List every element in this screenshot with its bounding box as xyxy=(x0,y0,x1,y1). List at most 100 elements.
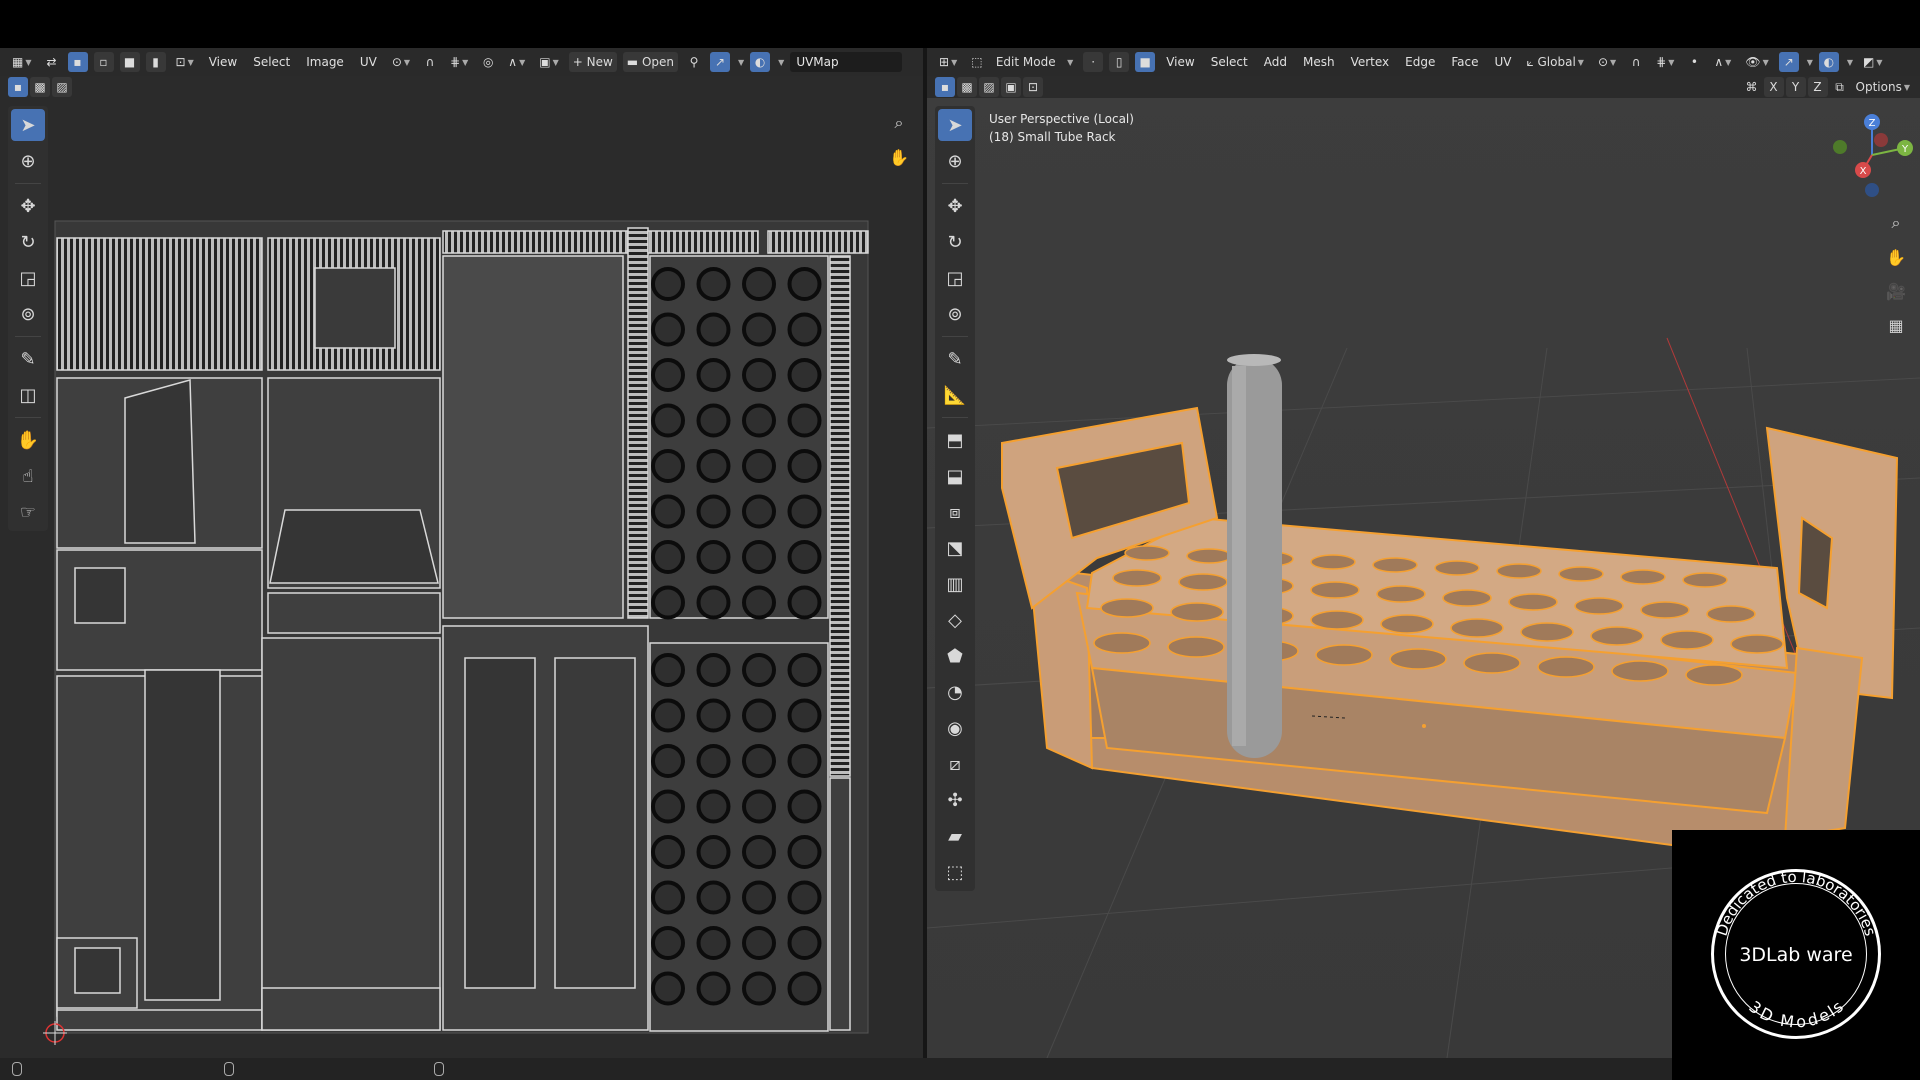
poly-build-icon[interactable]: ⬟ xyxy=(938,640,972,672)
uv-island[interactable] xyxy=(261,987,441,1031)
transform-icon[interactable]: ⊚ xyxy=(938,298,972,330)
pin-icon[interactable]: ⚲ xyxy=(684,52,704,72)
uv-menu-select[interactable]: Select xyxy=(248,55,295,69)
uvmap-selector[interactable]: UVMap xyxy=(790,52,903,72)
open-image-button[interactable]: ▬ Open xyxy=(622,52,678,72)
uv-island[interactable] xyxy=(829,777,851,1031)
vp-menu-uv[interactable]: UV xyxy=(1489,55,1516,69)
uv-island[interactable] xyxy=(442,230,629,254)
smooth-icon[interactable]: ◉ xyxy=(938,712,972,744)
vp-menu-select[interactable]: Select xyxy=(1206,55,1253,69)
uv-layout-canvas[interactable] xyxy=(0,98,923,1058)
proportional-edit-icon[interactable]: ◎ xyxy=(478,52,498,72)
uv-island[interactable] xyxy=(767,230,869,254)
sync-selection-icon[interactable]: ⇄ xyxy=(42,52,62,72)
xray-icon[interactable]: ◩ ▼ xyxy=(1859,52,1887,72)
snap-target-icon[interactable]: ⋕ ▼ xyxy=(446,52,472,72)
new-image-button[interactable]: + New xyxy=(568,52,617,72)
shrink-fatten-icon[interactable]: ✣ xyxy=(938,784,972,816)
overlay-toggle-icon[interactable]: ◐ xyxy=(1818,52,1839,72)
uv-island[interactable] xyxy=(627,227,649,619)
edge-slide-icon[interactable]: ⧄ xyxy=(938,748,972,780)
measure-icon[interactable]: 📐 xyxy=(938,379,972,411)
pan-hand-icon[interactable]: ✋ xyxy=(1883,244,1909,270)
select-intersect-icon[interactable]: ⊡ xyxy=(1023,77,1043,97)
navigation-gizmo[interactable]: Z Y X xyxy=(1827,110,1917,200)
select-subtract-icon[interactable]: ▨ xyxy=(52,77,72,97)
island-select-mode-icon[interactable]: ▮ xyxy=(145,52,166,72)
uv-island[interactable] xyxy=(442,255,624,619)
uv-island[interactable] xyxy=(124,379,196,544)
gizmo-toggle-icon[interactable]: ↗ xyxy=(710,52,730,72)
mirror-icon[interactable]: ⌘ xyxy=(1742,77,1762,97)
vertex-mode-icon[interactable]: ⋅ xyxy=(1083,52,1104,72)
vp-menu-mesh[interactable]: Mesh xyxy=(1298,55,1340,69)
image-browse-icon[interactable]: ▣ ▼ xyxy=(535,52,563,72)
editor-type-icon[interactable]: ⊞ ▼ xyxy=(935,52,961,72)
uv-island[interactable] xyxy=(74,567,126,624)
face-mode-icon[interactable]: ■ xyxy=(1135,52,1156,72)
uv-island[interactable] xyxy=(269,509,439,584)
rip-region-icon[interactable]: ⬚ xyxy=(938,856,972,888)
test-tube[interactable] xyxy=(1227,354,1282,758)
pivot-icon[interactable]: ⊙ ▼ xyxy=(388,52,414,72)
snap-icon[interactable]: ∩ xyxy=(1626,52,1646,72)
perspective-toggle-icon[interactable]: ▦ xyxy=(1883,312,1909,338)
snap-target-icon[interactable]: ⋕ ▼ xyxy=(1652,52,1678,72)
loop-cut-icon[interactable]: ▥ xyxy=(938,568,972,600)
uv-island[interactable] xyxy=(56,1009,263,1031)
gizmo-neg-z-handle[interactable] xyxy=(1865,183,1879,197)
options-button[interactable]: Options ▼ xyxy=(1852,77,1914,97)
editor-type-icon[interactable]: ▦ ▼ xyxy=(8,52,36,72)
zoom-icon[interactable]: ⌕ xyxy=(1883,210,1909,236)
uv-island[interactable] xyxy=(267,592,441,634)
vertex-select-mode-icon[interactable]: ▪ xyxy=(67,52,88,72)
uv-island[interactable] xyxy=(74,947,121,994)
visibility-icon[interactable]: 👁 ▼ xyxy=(1741,52,1772,72)
snap-icon[interactable]: ∩ xyxy=(420,52,440,72)
uv-island[interactable] xyxy=(647,230,759,254)
spin-icon[interactable]: ◔ xyxy=(938,676,972,708)
uv-island[interactable] xyxy=(314,267,396,349)
auto-merge-icon[interactable]: ⧉ xyxy=(1830,77,1850,97)
uv-island[interactable] xyxy=(261,637,441,1031)
vp-menu-add[interactable]: Add xyxy=(1259,55,1292,69)
pivot-icon[interactable]: ⊙ ▼ xyxy=(1594,52,1620,72)
vp-menu-view[interactable]: View xyxy=(1161,55,1199,69)
vp-menu-vertex[interactable]: Vertex xyxy=(1346,55,1395,69)
select-extend-icon[interactable]: ▩ xyxy=(957,77,977,97)
camera-view-icon[interactable]: 🎥 xyxy=(1883,278,1909,304)
edge-mode-icon[interactable]: ▯ xyxy=(1109,52,1130,72)
uv-menu-image[interactable]: Image xyxy=(301,55,349,69)
mode-selector[interactable]: ⬚ Edit Mode ▼ xyxy=(967,52,1077,72)
inset-icon[interactable]: ⧈ xyxy=(938,496,972,528)
overlay-toggle-icon[interactable]: ◐ xyxy=(750,52,771,72)
bevel-icon[interactable]: ⬔ xyxy=(938,532,972,564)
falloff-icon[interactable]: ∧ ▼ xyxy=(1710,52,1735,72)
falloff-icon[interactable]: ∧ ▼ xyxy=(504,52,529,72)
proportional-edit-icon[interactable]: • xyxy=(1684,52,1704,72)
extrude-icon[interactable]: ⬓ xyxy=(938,460,972,492)
shear-icon[interactable]: ▰ xyxy=(938,820,972,852)
mirror-y-toggle[interactable]: Y xyxy=(1785,77,1806,97)
gizmo-neg-x-handle[interactable] xyxy=(1874,133,1888,147)
select-invert-icon[interactable]: ▣ xyxy=(1001,77,1021,97)
select-extend-icon[interactable]: ▩ xyxy=(30,77,50,97)
face-select-mode-icon[interactable]: ■ xyxy=(119,52,140,72)
move-icon[interactable]: ✥ xyxy=(938,190,972,222)
add-cube-icon[interactable]: ⬒ xyxy=(938,424,972,456)
orientation-selector[interactable]: ⟀ Global ▼ xyxy=(1522,52,1587,72)
sticky-selection-icon[interactable]: ⊡ ▼ xyxy=(172,52,198,72)
uv-island[interactable] xyxy=(554,657,636,989)
select-new-icon[interactable]: ▪ xyxy=(8,77,28,97)
uv-island[interactable] xyxy=(829,255,851,777)
mirror-z-toggle[interactable]: Z xyxy=(1807,77,1828,97)
uv-menu-view[interactable]: View xyxy=(204,55,242,69)
rotate-icon[interactable]: ↻ xyxy=(938,226,972,258)
mirror-x-toggle[interactable]: X xyxy=(1763,77,1784,97)
uv-island[interactable] xyxy=(56,237,263,371)
tweak-select-icon[interactable]: ➤ xyxy=(938,109,972,141)
uv-island[interactable] xyxy=(464,657,536,989)
uv-island[interactable] xyxy=(144,669,221,1001)
gizmo-toggle-icon[interactable]: ↗ xyxy=(1778,52,1799,72)
